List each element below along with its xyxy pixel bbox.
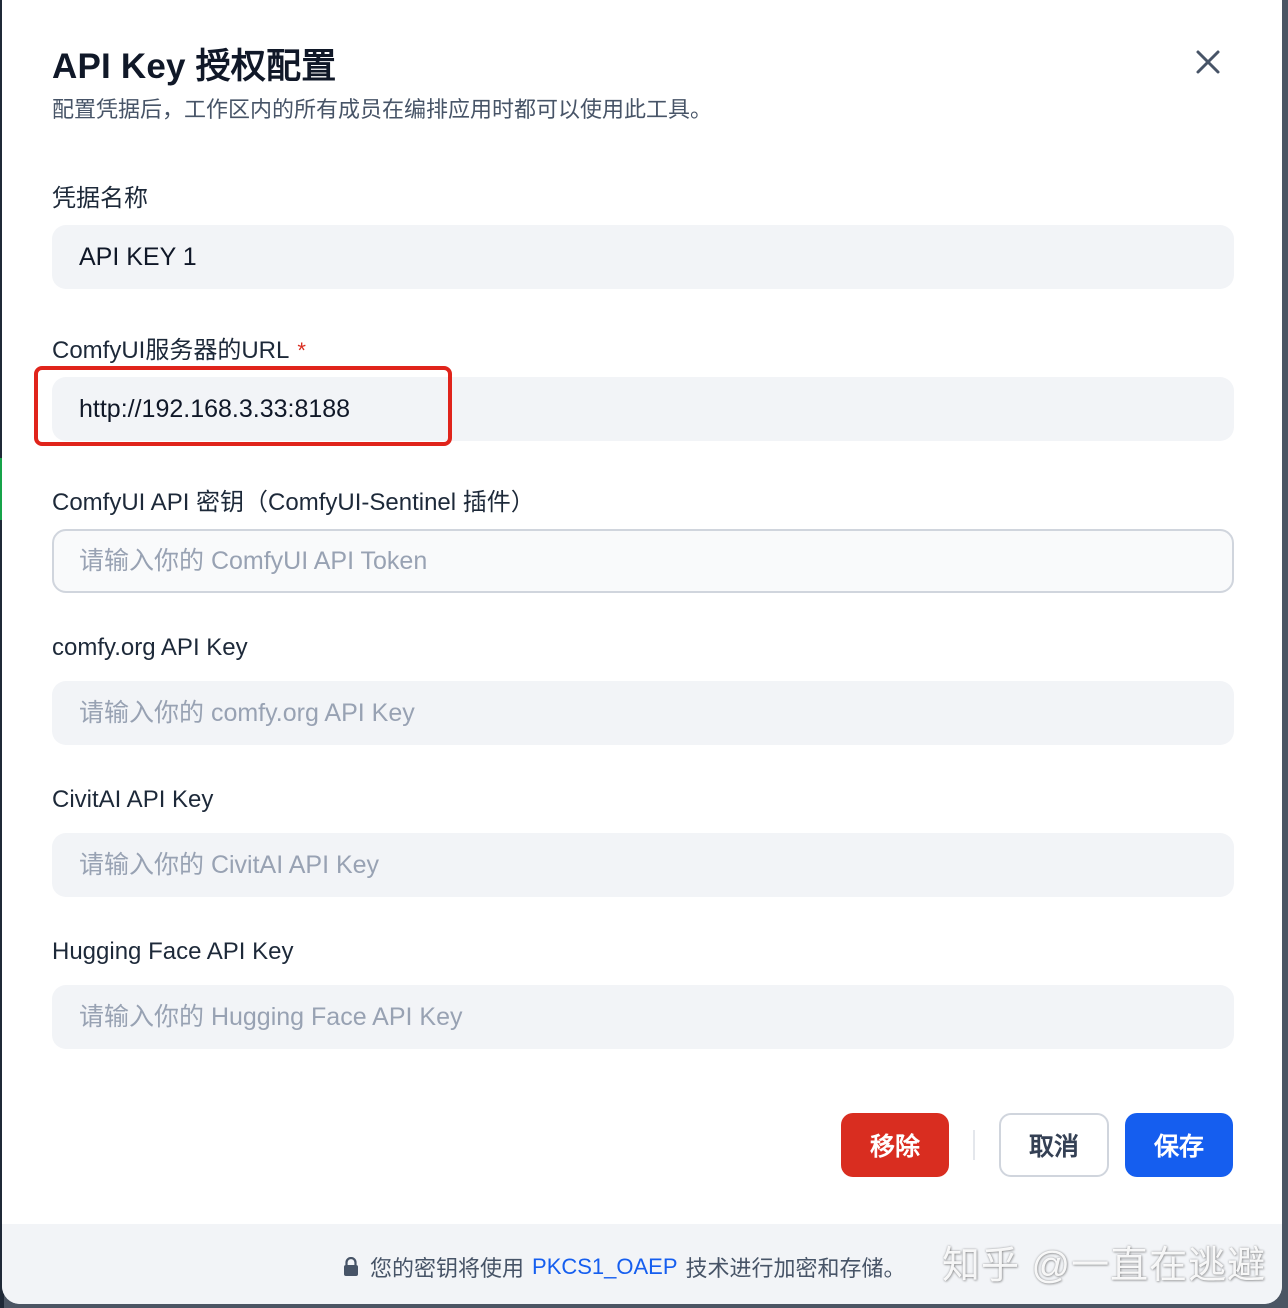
huggingface-key-input[interactable] [52,985,1234,1049]
close-button[interactable] [1188,42,1228,82]
civitai-key-input[interactable] [52,833,1234,897]
encryption-notice-prefix: 您的密钥将使用 [370,1256,525,1281]
save-button[interactable]: 保存 [1125,1113,1233,1177]
comfyui-url-input[interactable] [52,377,1234,441]
huggingface-key-label-text: Hugging Face API Key [52,938,294,965]
civitai-key-label-text: CivitAI API Key [52,786,214,813]
remove-button[interactable]: 移除 [841,1113,949,1177]
save-button-label: 保存 [1153,1133,1204,1161]
remove-button-label: 移除 [869,1133,920,1161]
button-divider [973,1130,975,1160]
encryption-notice-suffix: 技术进行加密和存储。 [685,1256,906,1281]
civitai-key-label: CivitAI API Key [52,786,213,814]
comfyui-url-label: ComfyUI服务器的URL * [52,330,306,365]
credential-name-label-text: 凭据名称 [52,185,148,212]
api-key-auth-dialog: API Key 授权配置 配置凭据后，工作区内的所有成员在编排应用时都可以使用此… [2,0,1282,1304]
pkcs1-oaep-link[interactable]: PKCS1_OAEP [532,1254,678,1280]
huggingface-key-label: Hugging Face API Key [52,938,293,966]
comfyui-api-key-label-text: ComfyUI API 密钥（ComfyUI-Sentinel 插件） [52,489,535,516]
dialog-subtitle: 配置凭据后，工作区内的所有成员在编排应用时都可以使用此工具。 [52,97,713,122]
required-asterisk: * [297,338,306,363]
credential-name-label: 凭据名称 [52,178,148,213]
cancel-button-label: 取消 [1028,1133,1079,1161]
comfy-org-key-label-text: comfy.org API Key [52,634,248,661]
close-icon [1196,50,1220,74]
dialog-title: API Key 授权配置 [52,47,337,86]
lock-icon [342,1257,360,1277]
comfyui-api-key-label: ComfyUI API 密钥（ComfyUI-Sentinel 插件） [52,482,535,517]
zhihu-watermark: 知乎 @一直在逃避 [942,1245,1267,1287]
comfy-org-key-label: comfy.org API Key [52,634,248,662]
comfyui-api-key-input[interactable] [52,529,1234,593]
comfy-org-key-input[interactable] [52,681,1234,745]
encryption-notice: 您的密钥将使用 PKCS1_OAEP 技术进行加密和存储。 [342,1251,906,1283]
comfyui-url-label-text: ComfyUI服务器的URL [52,337,290,364]
credential-name-input[interactable] [52,225,1234,289]
cancel-button[interactable]: 取消 [999,1113,1109,1177]
